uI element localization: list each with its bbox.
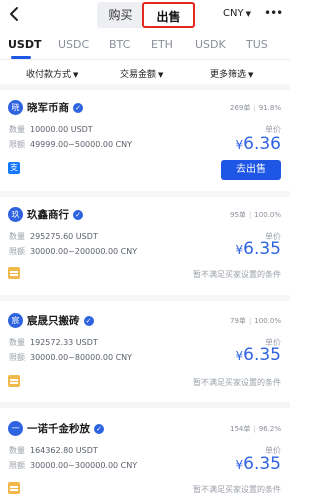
limit-row: 限额 49999.00~50000.00 CNY [9, 140, 133, 149]
alipay-icon: 支 [8, 162, 20, 174]
verified-icon: ✓ [83, 316, 94, 326]
merchant-name[interactable]: 宸晟只搬砖 ✓ [27, 313, 94, 328]
completion-rate: 96.2% [258, 425, 281, 433]
tab-usdc[interactable]: USDC [58, 38, 89, 51]
avatar: 玖 [8, 207, 23, 222]
filter-bar: 收付款方式 ▼ 交易金额 ▼ 更多筛选 ▼ [0, 61, 290, 83]
active-tab-indicator [11, 56, 31, 59]
merchant-name[interactable]: 晓军币商 ✓ [27, 100, 83, 115]
currency-selector[interactable]: CNY ▼ [223, 8, 251, 19]
quantity-row: 数量 192572.33 USDT [9, 338, 98, 347]
limit-row: 限额 30000.00~200000.00 CNY [9, 247, 138, 256]
top-bar: 购买 出售 CNY ▼ ••• [0, 0, 290, 30]
sell-tab[interactable]: 出售 [142, 2, 195, 28]
tab-eth[interactable]: ETH [151, 38, 173, 51]
coin-tabs: USDT USDC BTC ETH USDK TUS [0, 30, 290, 60]
caret-down-icon: ▼ [248, 71, 254, 79]
quantity-row: 数量 10000.00 USDT [9, 125, 93, 134]
merchant-card[interactable]: 宸 宸晟只搬砖 ✓ 79单 | 100.0% 数量 192572.33 USDT 单价 … [0, 301, 290, 393]
unit-price: ¥6.35 [235, 239, 282, 259]
completion-rate: 100.0% [254, 211, 281, 219]
bank-card-icon [8, 267, 20, 279]
order-count: 95单 [230, 211, 246, 219]
unmet-condition-notice: 暂不满足买家设置的条件 [193, 378, 281, 387]
unmet-condition-notice: 暂不满足买家设置的条件 [193, 485, 281, 494]
tab-usdk[interactable]: USDK [195, 38, 226, 51]
merchant-name[interactable]: 一诺千金秒放 ✓ [27, 421, 104, 436]
merchant-stats: 95单 | 100.0% [230, 211, 281, 219]
merchant-stats: 269单 | 91.8% [230, 104, 281, 112]
merchant-name[interactable]: 玖鑫商行 ✓ [27, 207, 83, 222]
buy-sell-toggle: 购买 出售 [97, 2, 195, 28]
filter-payment-method[interactable]: 收付款方式 ▼ [26, 67, 78, 80]
unit-price: ¥6.35 [235, 345, 282, 365]
caret-down-icon: ▼ [158, 71, 164, 79]
limit-row: 限额 30000.00~80000.00 CNY [9, 353, 133, 362]
merchant-stats: 79单 | 100.0% [230, 317, 281, 325]
verified-icon: ✓ [94, 424, 104, 434]
order-count: 269单 [230, 104, 251, 112]
order-count: 79单 [230, 317, 246, 325]
merchant-stats: 154单 | 96.2% [230, 425, 281, 433]
unmet-condition-notice: 暂不满足买家设置的条件 [193, 270, 281, 279]
unit-price: ¥6.36 [235, 134, 282, 154]
sell-button[interactable]: 去出售 [221, 160, 281, 180]
tab-usdt[interactable]: USDT [8, 38, 42, 51]
verified-icon: ✓ [73, 210, 83, 220]
merchant-card[interactable]: 玖 玖鑫商行 ✓ 95单 | 100.0% 数量 295275.60 USDT 单价 限… [0, 197, 290, 289]
back-arrow-icon[interactable] [6, 4, 24, 24]
order-count: 154单 [230, 425, 251, 433]
unit-price: ¥6.35 [235, 454, 282, 474]
caret-down-icon: ▼ [245, 10, 251, 18]
avatar: 晓 [8, 100, 23, 115]
avatar: 宸 [8, 313, 23, 328]
filter-more[interactable]: 更多筛选 ▼ [210, 67, 253, 80]
filter-label: 交易金额 [120, 70, 157, 80]
tab-tus[interactable]: TUS [246, 38, 268, 51]
caret-down-icon: ▼ [73, 71, 79, 79]
buy-tab[interactable]: 购买 [97, 2, 144, 28]
filter-amount[interactable]: 交易金额 ▼ [120, 67, 163, 80]
completion-rate: 100.0% [254, 317, 281, 325]
completion-rate: 91.8% [258, 104, 281, 112]
filter-label: 收付款方式 [26, 70, 72, 80]
quantity-row: 数量 295275.60 USDT [9, 232, 98, 241]
bank-card-icon [8, 482, 20, 494]
verified-icon: ✓ [73, 103, 83, 113]
currency-label: CNY [223, 8, 244, 19]
tab-btc[interactable]: BTC [109, 38, 130, 51]
merchant-card[interactable]: 一 一诺千金秒放 ✓ 154单 | 96.2% 数量 164362.80 USDT 单价… [0, 408, 290, 501]
quantity-row: 数量 164362.80 USDT [9, 446, 98, 455]
merchant-card[interactable]: 晓 晓军币商 ✓ 269单 | 91.8% 数量 10000.00 USDT 单价 限额… [0, 90, 290, 196]
bank-card-icon [8, 375, 20, 387]
avatar: 一 [8, 421, 23, 436]
more-icon[interactable]: ••• [264, 6, 283, 20]
limit-row: 限额 30000.00~300000.00 CNY [9, 461, 138, 470]
filter-label: 更多筛选 [210, 70, 247, 80]
